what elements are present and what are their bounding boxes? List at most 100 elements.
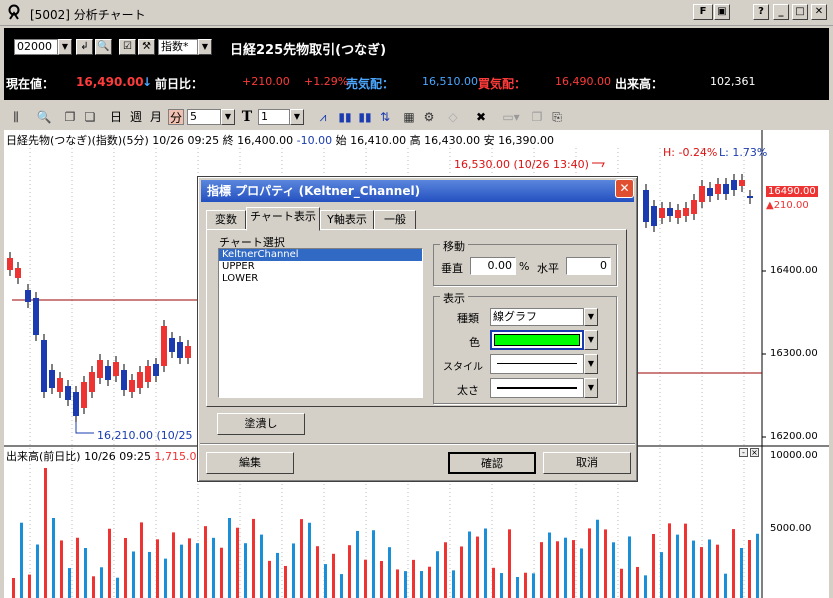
volume-bar	[476, 536, 479, 598]
t-dropdown-arrow[interactable]: ▼	[290, 109, 304, 125]
code-dropdown-arrow[interactable]: ▼	[58, 39, 72, 55]
pane-close-icon[interactable]: ×	[750, 448, 759, 457]
minute-dropdown-arrow[interactable]: ▼	[221, 109, 235, 125]
t-value-input[interactable]: 1	[258, 109, 290, 125]
price-tag: 16490.00	[766, 186, 818, 197]
volume-bar	[516, 576, 519, 598]
copy-icon[interactable]: ❐	[62, 109, 78, 125]
volume-bar	[36, 544, 39, 598]
text-tool-button[interactable]: T	[240, 109, 254, 125]
enter-button[interactable]: ↲	[76, 39, 93, 55]
window-title: [5002] 分析チャート	[30, 8, 146, 22]
vertical-offset-input[interactable]: 0.00	[470, 257, 516, 275]
volume-bar	[180, 544, 183, 598]
volume-bar	[100, 567, 103, 598]
horizontal-offset-input[interactable]: 0	[566, 257, 611, 275]
volume-bar	[220, 547, 223, 598]
print-icon[interactable]: ⎘	[548, 109, 566, 125]
delete-icon[interactable]: ✖	[472, 109, 490, 125]
sort-icon[interactable]: ⇅	[376, 109, 394, 125]
current-label: 現在値：	[6, 77, 55, 91]
edit-button[interactable]: 編集	[206, 452, 294, 474]
volume-bar	[532, 573, 535, 598]
style-line-preview	[497, 363, 577, 364]
maximize-icon[interactable]: □	[792, 4, 808, 20]
price-axis-label: 16300.00	[770, 348, 818, 359]
tab-variables[interactable]: 変数	[206, 210, 246, 230]
f-button[interactable]: F	[693, 4, 713, 20]
grid-icon[interactable]: ▦	[400, 109, 418, 125]
volume-bar	[68, 568, 71, 598]
minute-value-input[interactable]: 5	[187, 109, 221, 125]
bar-chart-icon[interactable]: ▮▮	[336, 109, 354, 125]
color-select[interactable]	[490, 330, 584, 350]
fill-button[interactable]: 塗潰し	[217, 413, 305, 435]
trend-icon[interactable]: ⩘	[314, 109, 332, 125]
volume-axis-label: 10000.00	[770, 450, 818, 461]
volume-bar	[588, 528, 591, 598]
volume-bar	[636, 566, 639, 598]
paste-icon[interactable]: ❏	[82, 109, 98, 125]
type-dropdown-arrow[interactable]: ▼	[584, 308, 598, 326]
color-dropdown-arrow[interactable]: ▼	[584, 330, 598, 350]
index-dropdown-arrow[interactable]: ▼	[198, 39, 212, 55]
cancel-button[interactable]: 取消	[543, 452, 631, 474]
volume-bar	[268, 560, 271, 598]
candle	[715, 184, 721, 194]
volume-chart-icon[interactable]: ▮▮	[356, 109, 374, 125]
candle	[731, 180, 737, 190]
style-select[interactable]	[490, 354, 584, 374]
copy-window-button[interactable]: ▣	[714, 4, 730, 20]
high-annotation: 16,530.00 (10/26 13:40)	[454, 158, 589, 171]
width-select[interactable]	[490, 378, 584, 398]
high-arrow	[592, 162, 605, 168]
minimize-icon[interactable]: _	[773, 4, 789, 20]
chart-select-list[interactable]: KeltnerChannel UPPER LOWER	[218, 248, 423, 398]
width-dropdown-arrow[interactable]: ▼	[584, 378, 598, 398]
close-icon[interactable]: ✕	[811, 4, 827, 20]
ok-button[interactable]: 確認	[448, 452, 536, 474]
settings-icon[interactable]: ⚙	[420, 109, 438, 125]
tool-icon[interactable]: ⚒	[138, 39, 155, 55]
save-icon[interactable]: ▭▾	[500, 109, 522, 125]
search-icon[interactable]: 🔍	[95, 39, 112, 55]
list-item[interactable]: KeltnerChannel	[219, 249, 422, 261]
tab-chart-display[interactable]: チャート表示	[246, 207, 320, 231]
month-button[interactable]: 月	[149, 109, 163, 125]
candle	[89, 372, 95, 392]
volume-header: 出来高(前日比) 10/26 09:25 1,715.00	[6, 448, 203, 464]
export-icon[interactable]: ❐	[528, 109, 546, 125]
type-select[interactable]: 線グラフ	[490, 308, 584, 326]
index-select[interactable]: 指数*	[158, 39, 198, 55]
volume-bar	[596, 519, 599, 598]
volume-bar	[284, 565, 287, 598]
dialog-close-icon[interactable]: ✕	[615, 179, 634, 198]
style-dropdown-arrow[interactable]: ▼	[584, 354, 598, 374]
volume-bar	[300, 519, 303, 598]
volume-bar	[644, 575, 647, 598]
volume-bar	[492, 567, 495, 598]
tab-y-axis[interactable]: Y軸表示	[320, 210, 374, 230]
volume-bar	[396, 569, 399, 598]
zoom-icon[interactable]: 🔍	[36, 109, 52, 125]
hl-low: L: 1.73%	[719, 146, 768, 159]
day-button[interactable]: 日	[109, 109, 123, 125]
bid-label: 買気配：	[478, 77, 527, 91]
pane-minimize-icon[interactable]: -	[739, 448, 748, 457]
eraser-icon[interactable]: ◇	[444, 109, 462, 125]
volume-bar	[316, 546, 319, 598]
volume-bar	[372, 530, 375, 598]
tab-general[interactable]: 一般	[374, 210, 416, 230]
low-value: 16,390.00	[498, 134, 555, 147]
volume-bar	[148, 551, 151, 598]
help-button[interactable]: ?	[753, 4, 769, 20]
list-item[interactable]: UPPER	[219, 261, 422, 273]
edit-icon[interactable]: ☑	[119, 39, 136, 55]
list-item[interactable]: LOWER	[219, 273, 422, 285]
code-input[interactable]: 02000	[14, 39, 58, 55]
minute-button[interactable]: 分	[168, 109, 184, 125]
pan-icon[interactable]: ⫼	[8, 109, 24, 125]
volume-bar	[708, 539, 711, 598]
week-button[interactable]: 週	[129, 109, 143, 125]
volume-bar	[364, 559, 367, 598]
